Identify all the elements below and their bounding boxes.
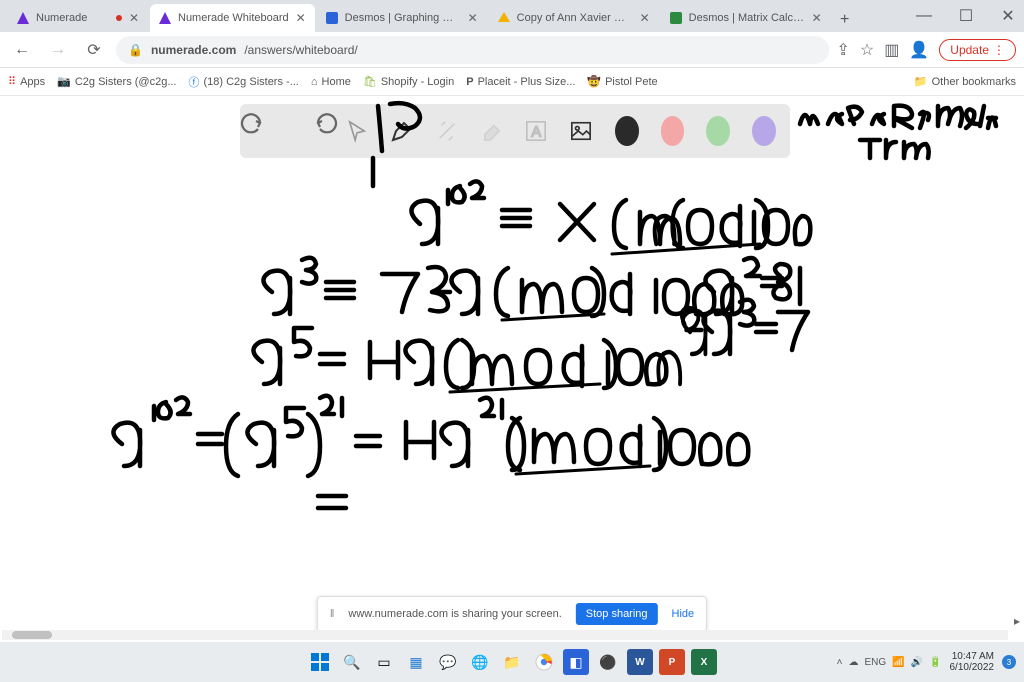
pause-icon[interactable]: ‖ [330,608,335,620]
window-controls: — ☐ ✕ [912,4,1020,28]
tab-close-icon[interactable]: ✕ [639,12,651,24]
shopify-icon: 🛍 [363,75,377,88]
tab-close-icon[interactable]: ✕ [467,12,479,24]
tab-title: Copy of Ann Xavier Gante [517,12,633,24]
whiteboard-content: A [0,96,1024,642]
hide-link[interactable]: Hide [672,608,695,620]
excel-icon[interactable]: X [691,649,717,675]
bookmark-item[interactable]: PPlaceit - Plus Size... [466,76,575,88]
notification-badge[interactable]: 3 [1002,655,1016,669]
bookmark-item[interactable]: 📷C2g Sisters (@c2g... [57,75,176,88]
bookmark-item[interactable]: ⌂Home [311,76,351,88]
nav-forward-icon[interactable]: → [44,36,72,64]
tab-title: Numerade Whiteboard [178,12,289,24]
bookmarks-bar: ⠿Apps 📷C2g Sisters (@c2g... ⓕ(18) C2g Si… [0,68,1024,96]
widgets-icon[interactable]: ▦ [403,649,429,675]
desmos-favicon-icon [325,11,339,25]
chevron-up-icon[interactable]: ˄ [837,657,843,668]
handwriting-canvas[interactable] [0,96,1024,642]
edge-icon[interactable]: 🌐 [467,649,493,675]
tab-whiteboard[interactable]: Numerade Whiteboard ✕ [150,4,315,32]
desmos-favicon-icon [669,11,683,25]
profile-icon[interactable]: 👤 [909,40,929,60]
address-bar[interactable]: 🔒 numerade.com/answers/whiteboard/ [116,36,829,64]
facebook-icon: ⓕ [189,74,200,90]
placeit-icon: P [466,76,473,88]
wifi-icon[interactable]: 📶 [892,657,904,668]
window-close-icon[interactable]: ✕ [996,4,1020,28]
horizontal-scrollbar[interactable] [2,630,1008,640]
bookmark-item[interactable]: 🛍Shopify - Login [363,75,454,88]
instagram-icon: 📷 [57,75,71,88]
task-view-icon[interactable]: ▭ [371,649,397,675]
bookmark-item[interactable]: ⓕ(18) C2g Sisters -... [189,74,299,90]
numerade-favicon-icon [158,11,172,25]
other-bookmarks[interactable]: 📁Other bookmarks [914,75,1016,88]
share-text: www.numerade.com is sharing your screen. [348,608,561,620]
battery-icon[interactable]: 🔋 [929,657,941,668]
tab-desmos-graphing[interactable]: Desmos | Graphing Calcul ✕ [317,4,487,32]
word-icon[interactable]: W [627,649,653,675]
folder-icon: 📁 [914,75,928,88]
tab-title: Desmos | Matrix Calculator [689,12,805,24]
tab-desmos-matrix[interactable]: Desmos | Matrix Calculator ✕ [661,4,831,32]
screen-share-bar: ‖ www.numerade.com is sharing your scree… [317,596,707,632]
start-button[interactable] [307,649,333,675]
apps-grid-icon: ⠿ [8,75,16,88]
clock[interactable]: 10:47 AM 6/10/2022 [950,651,995,673]
windows-taskbar: 🔍 ▭ ▦ 💬 🌐 📁 ◧ ⚫ W P X ˄ ☁ ENG 📶 🔊 🔋 10:4… [0,642,1024,682]
nav-back-icon[interactable]: ← [8,36,36,64]
star-icon[interactable]: ☆ [860,40,874,60]
stop-sharing-button[interactable]: Stop sharing [576,603,658,625]
bookmark-apps[interactable]: ⠿Apps [8,75,45,88]
lock-icon: 🔒 [128,43,143,57]
numerade-favicon-icon [16,11,30,25]
app-icon[interactable]: ◧ [563,649,589,675]
obs-icon[interactable]: ⚫ [595,649,621,675]
extension-icon[interactable]: ▥ [884,40,899,60]
search-icon[interactable]: 🔍 [339,649,365,675]
tab-title: Desmos | Graphing Calcul [345,12,461,24]
nav-reload-icon[interactable]: ⟳ [80,36,108,64]
tab-title: Numerade [36,12,110,24]
scroll-right-icon[interactable]: ▸ [1014,614,1020,628]
file-explorer-icon[interactable]: 📁 [499,649,525,675]
tab-numerade[interactable]: Numerade ✕ [8,4,148,32]
tab-close-icon[interactable]: ✕ [295,12,307,24]
chat-icon[interactable]: 💬 [435,649,461,675]
address-actions: ⇪ ☆ ▥ 👤 Update⋮ [837,39,1017,61]
home-icon: ⌂ [311,76,318,88]
onedrive-icon[interactable]: ☁ [848,657,858,668]
kebab-icon: ⋮ [993,43,1005,57]
tab-close-icon[interactable]: ✕ [811,12,823,24]
bookmark-item[interactable]: 🤠Pistol Pete [587,75,657,88]
volume-icon[interactable]: 🔊 [911,657,923,668]
unread-dot-icon [116,15,122,21]
system-tray: ˄ ☁ ENG 📶 🔊 🔋 10:47 AM 6/10/2022 3 [837,651,1016,673]
date-text: 6/10/2022 [950,662,995,673]
share-icon[interactable]: ⇪ [837,40,850,60]
time-text: 10:47 AM [952,651,994,662]
window-max-icon[interactable]: ☐ [954,4,978,28]
address-path: /answers/whiteboard/ [244,43,357,57]
address-bar-row: ← → ⟳ 🔒 numerade.com/answers/whiteboard/… [0,32,1024,68]
powerpoint-icon[interactable]: P [659,649,685,675]
chrome-icon[interactable] [531,649,557,675]
browser-tab-strip: Numerade ✕ Numerade Whiteboard ✕ Desmos … [0,0,1024,32]
update-button[interactable]: Update⋮ [939,39,1016,61]
tab-google-drive[interactable]: Copy of Ann Xavier Gante ✕ [489,4,659,32]
address-host: numerade.com [151,43,236,57]
new-tab-button[interactable]: + [833,8,857,32]
window-min-icon[interactable]: — [912,4,936,28]
taskbar-icons: 🔍 ▭ ▦ 💬 🌐 📁 ◧ ⚫ W P X [307,649,717,675]
tab-close-icon[interactable]: ✕ [128,12,140,24]
pistol-icon: 🤠 [587,75,601,88]
language-icon[interactable]: ENG [864,657,886,668]
drive-favicon-icon [497,11,511,25]
